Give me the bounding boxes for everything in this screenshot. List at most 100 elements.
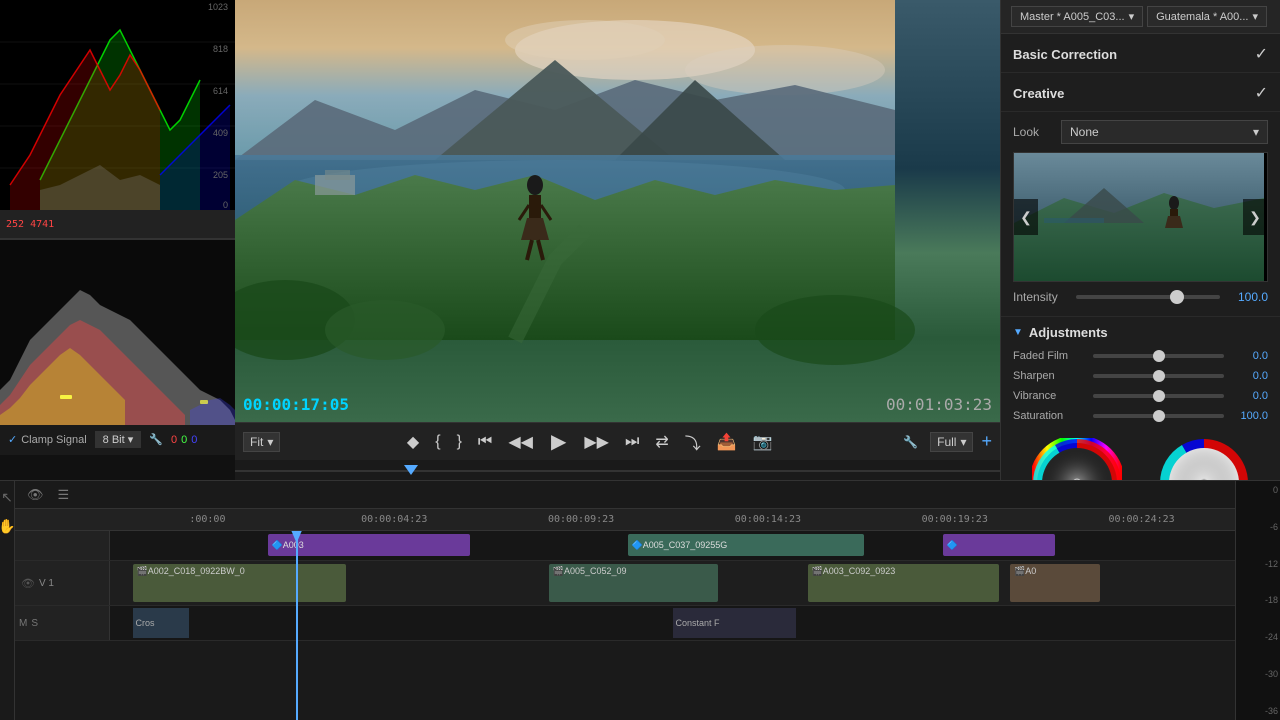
meter-neg6: -6 bbox=[1238, 522, 1278, 532]
svg-text:205: 205 bbox=[213, 170, 228, 180]
intensity-slider[interactable] bbox=[1076, 295, 1220, 299]
track-label-v1: V 1 bbox=[39, 578, 54, 589]
faded-film-slider[interactable] bbox=[1093, 354, 1224, 358]
lower-track-header: M S bbox=[15, 606, 110, 640]
look-select[interactable]: None ▾ bbox=[1061, 120, 1268, 144]
step-back-button[interactable]: ◀◀ bbox=[502, 428, 539, 456]
track-content-v1: 🎬 A002_C018_0922BW_0 🎬 A005_C052_09 🎬 A0… bbox=[110, 561, 1235, 605]
master-label: Master * A005_C03... bbox=[1020, 11, 1125, 23]
look-next-button[interactable]: ❯ bbox=[1243, 199, 1267, 235]
saturation-slider[interactable] bbox=[1093, 414, 1224, 418]
scopes-panel: 1023 818 614 409 205 0 252 4741 bbox=[0, 0, 235, 480]
duration-timecode: 00:01:03:23 bbox=[886, 395, 992, 414]
insert-button[interactable]: ⤵ bbox=[679, 426, 707, 458]
meter-neg18: -18 bbox=[1238, 595, 1278, 605]
clip-a005-main[interactable]: 🎬 A005_C052_09 bbox=[549, 564, 718, 602]
intensity-label: Intensity bbox=[1013, 290, 1068, 304]
quality-chevron-icon: ▾ bbox=[960, 435, 966, 449]
look-value: None bbox=[1070, 125, 1099, 139]
mark-out-button[interactable]: } bbox=[451, 429, 468, 455]
faded-film-label: Faded Film bbox=[1013, 350, 1085, 362]
scrubber-playhead[interactable] bbox=[404, 465, 418, 475]
ruler-mark-4: 00:00:19:23 bbox=[861, 514, 1048, 525]
track-header-v1: 👁 V 1 bbox=[15, 561, 110, 605]
look-label: Look bbox=[1013, 125, 1053, 139]
hand-tool-icon[interactable]: ✋ bbox=[0, 518, 16, 535]
vibrance-label: Vibrance bbox=[1013, 390, 1085, 402]
meter-0: 0 bbox=[1238, 485, 1278, 495]
track-row-v1-top: Cros 🔷 A003 🔷 A005_C037_09255G 🔷 bbox=[15, 531, 1235, 561]
meter-neg12: -12 bbox=[1238, 559, 1278, 569]
scope-info-bar: 252 4741 bbox=[0, 210, 235, 238]
track-eye-icon[interactable]: 👁 bbox=[21, 577, 35, 590]
clip-constant-f[interactable]: Constant F bbox=[673, 608, 797, 638]
faded-film-row: Faded Film 0.0 bbox=[1013, 350, 1268, 362]
vibrance-value: 0.0 bbox=[1232, 390, 1268, 402]
quality-select[interactable]: Full ▾ bbox=[930, 432, 973, 452]
camera-button[interactable]: 📷 bbox=[747, 428, 779, 456]
creative-check-icon: ✓ bbox=[1255, 83, 1268, 103]
svg-text:409: 409 bbox=[213, 128, 228, 138]
clip-a005-top[interactable]: 🔷 A005_C037_09255G bbox=[628, 534, 864, 556]
timeline-playhead[interactable] bbox=[296, 531, 298, 720]
master-chevron-icon: ▾ bbox=[1129, 10, 1135, 23]
basic-correction-title: Basic Correction bbox=[1013, 47, 1117, 62]
adjustments-header[interactable]: ▼ Adjustments bbox=[1013, 325, 1268, 340]
eye-icon[interactable]: 👁 bbox=[23, 485, 48, 505]
timeline-main: 👁 ☰ :00:00 00:00:04:23 00:00:09:23 00:00… bbox=[15, 481, 1235, 720]
sharpen-slider[interactable] bbox=[1093, 374, 1224, 378]
step-fwd-button[interactable]: ▶▶ bbox=[578, 428, 615, 456]
clip-a002[interactable]: 🎬 A002_C018_0922BW_0 bbox=[133, 564, 347, 602]
clip-cross-lower[interactable]: Cros bbox=[133, 608, 189, 638]
mark-in-button[interactable]: { bbox=[429, 429, 446, 455]
highlight-tint-wheel[interactable]: Highlight Tint bbox=[1159, 438, 1249, 480]
pointer-tool-icon[interactable]: ↖ bbox=[1, 489, 13, 506]
clip-a003-thumb[interactable]: 🎬 A003_C092_0923 bbox=[808, 564, 999, 602]
marker-button[interactable]: ◆ bbox=[401, 428, 425, 456]
track-settings-icon[interactable]: ☰ bbox=[54, 485, 74, 505]
go-to-out-button[interactable]: ⏭ bbox=[619, 429, 645, 455]
basic-correction-check-icon: ✓ bbox=[1255, 44, 1268, 64]
adjustments-title: Adjustments bbox=[1029, 325, 1108, 340]
look-prev-button[interactable]: ❮ bbox=[1014, 199, 1038, 235]
ruler-mark-1: 00:00:04:23 bbox=[301, 514, 488, 525]
scrubber-bar[interactable] bbox=[235, 460, 1000, 480]
clip-right-thumb[interactable]: 🎬 A0 bbox=[1010, 564, 1100, 602]
clip-right-purple[interactable]: 🔷 bbox=[943, 534, 1056, 556]
svg-text:614: 614 bbox=[213, 86, 228, 96]
sharpen-label: Sharpen bbox=[1013, 370, 1085, 382]
creative-section: Look None ▾ bbox=[1001, 112, 1280, 317]
look-row: Look None ▾ bbox=[1013, 120, 1268, 144]
meter-neg36: -36 bbox=[1238, 706, 1278, 716]
sequence-chevron-icon: ▾ bbox=[1252, 10, 1258, 23]
go-to-in-button[interactable]: ⏮ bbox=[472, 429, 498, 455]
saturation-value: 100.0 bbox=[1232, 410, 1268, 422]
color-wheels-row: Shadow Tint bbox=[1013, 430, 1268, 480]
creative-title: Creative bbox=[1013, 86, 1064, 101]
lift-button[interactable]: 📤 bbox=[711, 428, 743, 456]
histogram-scope bbox=[0, 238, 235, 423]
intensity-value: 100.0 bbox=[1228, 290, 1268, 304]
sequence-dropdown[interactable]: Guatemala * A00... ▾ bbox=[1147, 6, 1267, 27]
add-button[interactable]: + bbox=[981, 431, 992, 452]
vibrance-row: Vibrance 0.0 bbox=[1013, 390, 1268, 402]
svg-text:818: 818 bbox=[213, 44, 228, 54]
shadow-tint-wheel[interactable]: Shadow Tint bbox=[1032, 438, 1122, 480]
vibrance-slider[interactable] bbox=[1093, 394, 1224, 398]
track-controls-bar: 👁 ☰ bbox=[15, 481, 1235, 509]
fit-chevron-icon: ▾ bbox=[267, 435, 273, 449]
svg-text:1023: 1023 bbox=[208, 2, 228, 12]
saturation-label: Saturation bbox=[1013, 410, 1085, 422]
master-dropdown[interactable]: Master * A005_C03... ▾ bbox=[1011, 6, 1143, 27]
color-grading-panel: Master * A005_C03... ▾ Guatemala * A00..… bbox=[1000, 0, 1280, 480]
look-preview: ❮ ❯ bbox=[1013, 152, 1268, 282]
loop-button[interactable]: ⇄ bbox=[649, 428, 674, 456]
settings-icon[interactable]: 🔧 bbox=[149, 433, 163, 446]
ruler-mark-0: :00:00 bbox=[114, 514, 301, 525]
settings-wrench-icon[interactable]: 🔧 bbox=[899, 431, 922, 453]
play-button[interactable]: ▶ bbox=[543, 425, 574, 458]
timeline-meter: 0 -6 -12 -18 -24 -30 -36 bbox=[1235, 481, 1280, 720]
bit-depth-selector[interactable]: 8 Bit ▾ bbox=[95, 431, 142, 448]
fit-select[interactable]: Fit ▾ bbox=[243, 432, 280, 452]
timeline-area: ↖ ✋ 👁 ☰ :00:00 00:00:04:23 00:00:09:23 0… bbox=[0, 480, 1280, 720]
